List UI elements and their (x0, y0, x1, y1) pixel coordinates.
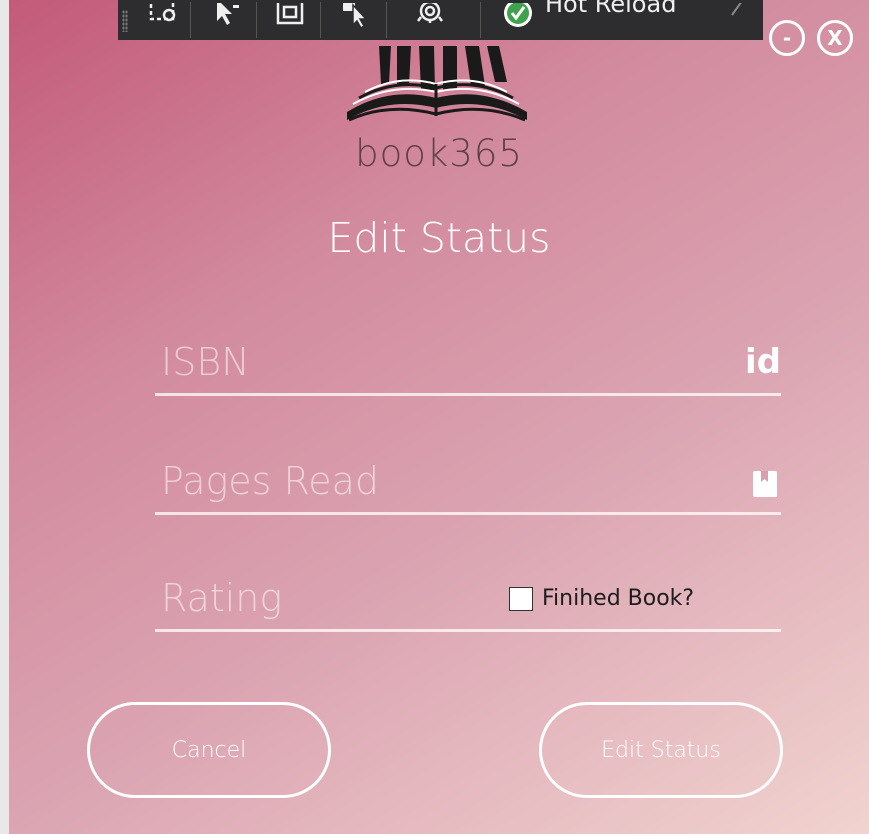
page-title: Edit Status (327, 214, 551, 262)
finished-book-toggle[interactable]: Finihed Book? (509, 586, 694, 611)
bookmark-icon (751, 469, 779, 503)
pages-read-input[interactable] (155, 455, 721, 507)
rating-input[interactable] (155, 572, 501, 624)
pages-read-underline (155, 512, 781, 515)
isbn-input[interactable] (155, 336, 721, 388)
pointer-icon[interactable] (204, 0, 248, 40)
id-icon: id (745, 342, 781, 382)
isbn-field: id (155, 336, 781, 396)
collapse-toolbar-icon[interactable] (722, 0, 752, 40)
select-element-icon[interactable] (142, 0, 186, 40)
rating-underline (155, 629, 781, 632)
edit-status-button[interactable]: Edit Status (539, 702, 783, 798)
brand-name: book365 (355, 132, 523, 175)
finished-book-checkbox[interactable] (509, 586, 533, 611)
isbn-underline (155, 393, 781, 396)
layout-icon[interactable] (268, 0, 312, 40)
finished-book-label[interactable]: Finihed Book? (542, 586, 694, 611)
cancel-button[interactable]: Cancel (87, 702, 331, 798)
rating-field: Finihed Book? (155, 572, 781, 632)
app-window: Hot Reload - X book365 Edit Status ISBN … (9, 0, 869, 834)
hot-reload-label[interactable]: Hot Reload (545, 0, 676, 18)
book-logo-icon (339, 24, 534, 134)
minimize-button[interactable]: - (769, 20, 805, 56)
close-button[interactable]: X (817, 20, 853, 56)
pages-read-field (155, 455, 781, 515)
toolbar-grip[interactable] (122, 10, 128, 32)
